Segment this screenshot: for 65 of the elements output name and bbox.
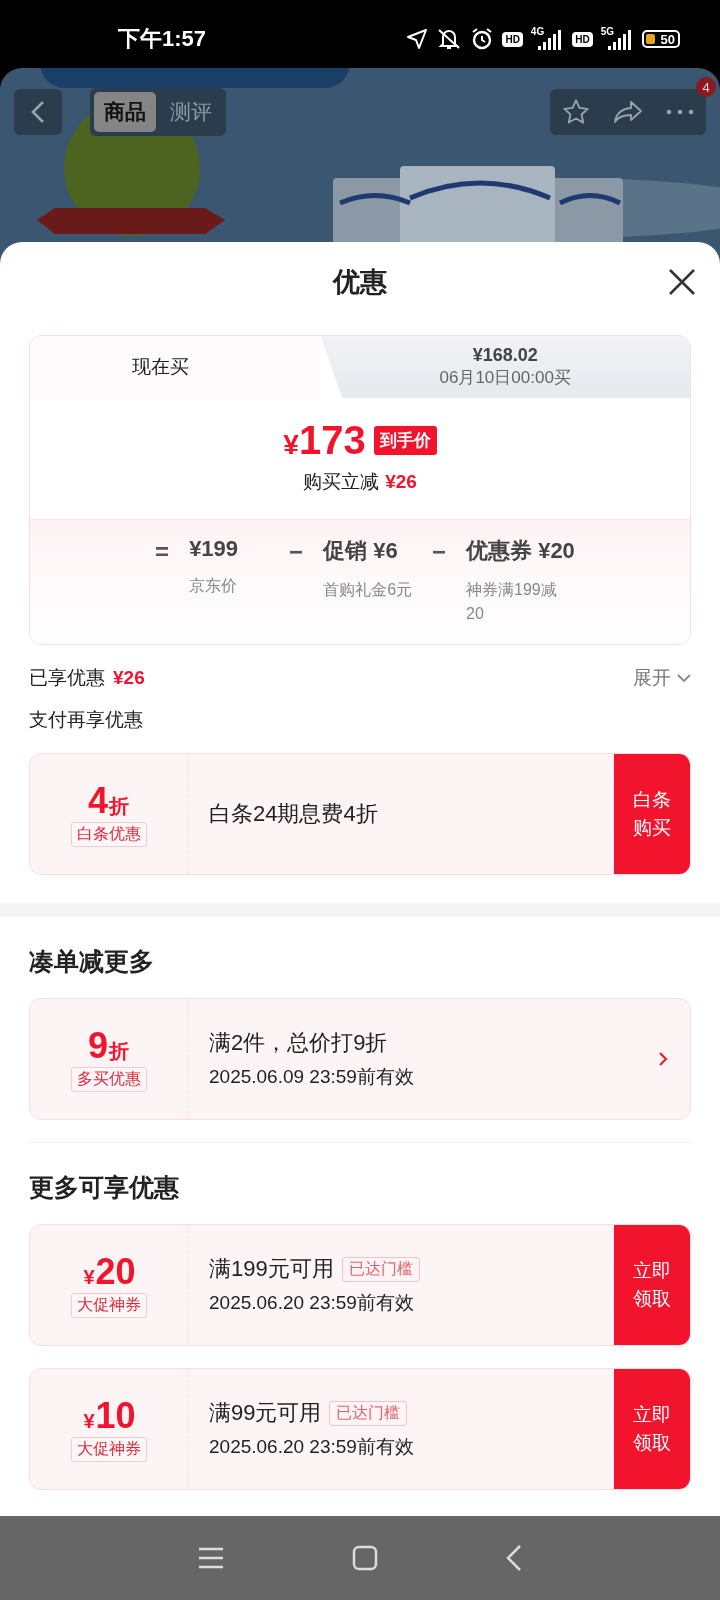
- back-button[interactable]: [14, 89, 62, 135]
- offer-value: 4折: [88, 780, 130, 821]
- section-title: 更多可享优惠: [29, 1172, 180, 1203]
- offer-tag: 多买优惠: [71, 1067, 147, 1093]
- threshold-badge: 已达门槛: [329, 1400, 408, 1426]
- expiry-text: 2025.06.09 23:59前有效: [209, 1065, 415, 1089]
- price-component: ¥199: [189, 536, 240, 562]
- expiry-text: 2025.06.20 23:59前有效: [209, 1435, 415, 1459]
- offer-title: 白条24期息费4折: [209, 800, 378, 828]
- network-type: 5G: [600, 26, 614, 37]
- saving-amount: ¥26: [385, 471, 417, 492]
- price-tab[interactable]: 现在买: [30, 336, 321, 398]
- offer-value: 9折: [88, 1025, 130, 1066]
- enjoyed-amount: ¥26: [113, 667, 145, 689]
- threshold-badge: 已达门槛: [341, 1256, 420, 1282]
- more-icon: [666, 109, 694, 115]
- price-component: 优惠券 ¥20: [466, 537, 575, 565]
- page-tab[interactable]: 商品: [94, 92, 156, 132]
- menu-button[interactable]: [198, 1547, 224, 1569]
- network-type: 4G: [530, 26, 545, 37]
- claim-button[interactable]: 白条购买: [614, 754, 690, 874]
- sheet-title: 优惠: [333, 266, 387, 299]
- hd-label: HD: [502, 31, 523, 47]
- component-note: 首购礼金6元: [323, 580, 413, 600]
- back-icon: [31, 100, 45, 124]
- price-tab[interactable]: ¥168.02 06月10日00:00买: [320, 336, 690, 398]
- chevron-icon: [677, 673, 691, 683]
- back-icon: [506, 1544, 522, 1572]
- back-button[interactable]: [506, 1544, 522, 1572]
- chevron-icon: [658, 1051, 668, 1067]
- expand-toggle[interactable]: 展开: [633, 665, 691, 691]
- location-icon: [406, 28, 429, 50]
- offer-value: ¥10: [82, 1395, 136, 1436]
- star-icon: [562, 98, 590, 126]
- expiry-text: 2025.06.20 23:59前有效: [209, 1291, 415, 1315]
- offer-tag: 白条优惠: [71, 822, 147, 848]
- enjoyed-label: 已享优惠: [29, 666, 105, 690]
- menu-icon: [198, 1547, 224, 1569]
- offer-tag: 大促神券: [71, 1437, 147, 1463]
- component-note: 神券满199减20: [466, 580, 558, 624]
- home-icon: [352, 1545, 378, 1571]
- operator-sign: −: [288, 537, 305, 567]
- offer-card[interactable]: 9折 多买优惠 满2件，总价打9折 2025.06.09 23:59前有效: [29, 998, 691, 1120]
- claim-button[interactable]: 立即领取: [614, 1369, 690, 1489]
- section-title: 支付再享优惠: [29, 708, 144, 732]
- saving-label: 购买立减: [303, 471, 380, 492]
- operator-sign: =: [154, 537, 171, 567]
- offer-title: 满199元可用: [209, 1255, 334, 1283]
- share-icon: [613, 99, 643, 125]
- battery-icon: 50: [642, 30, 680, 48]
- clock-time: 下午1:57: [118, 25, 207, 53]
- home-button[interactable]: [352, 1545, 378, 1571]
- offer-title: 满99元可用: [209, 1399, 322, 1427]
- component-note: 京东价: [189, 576, 239, 596]
- price-tag: 到手价: [373, 426, 437, 455]
- claim-button[interactable]: 立即领取: [614, 1225, 690, 1345]
- offer-tag: 大促神券: [71, 1293, 147, 1319]
- offer-value: ¥20: [82, 1251, 136, 1292]
- price-component: 促销 ¥6: [323, 537, 399, 565]
- operator-sign: −: [431, 537, 448, 567]
- section-title: 凑单减更多: [29, 946, 155, 977]
- offer-title: 满2件，总价打9折: [209, 1029, 388, 1057]
- final-price: ¥173: [283, 418, 366, 463]
- page-tab[interactable]: 测评: [160, 92, 222, 132]
- hd-label: HD: [572, 31, 593, 47]
